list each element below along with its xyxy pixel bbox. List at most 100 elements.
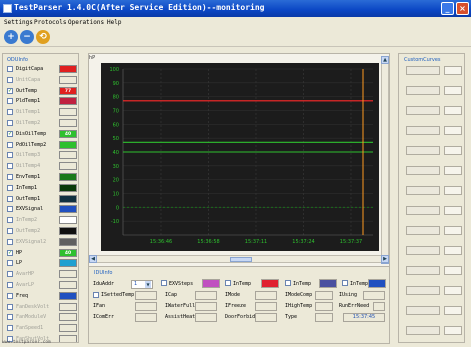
signal-checkbox[interactable] (7, 76, 13, 83)
signal-color-swatch[interactable] (59, 173, 77, 181)
signal-color-swatch[interactable] (59, 97, 77, 106)
signal-checkbox[interactable] (7, 292, 13, 299)
menu-protocols[interactable]: Protocols (34, 18, 67, 27)
signal-checkbox[interactable] (7, 228, 13, 234)
custom-curve-value[interactable] (444, 246, 462, 255)
signal-color-swatch[interactable] (59, 75, 77, 84)
custom-curve-name[interactable] (406, 186, 440, 195)
close-button[interactable]: × (456, 2, 469, 15)
signal-item[interactable]: UnitCapa (7, 75, 78, 85)
custom-curve-name[interactable] (406, 266, 440, 275)
signal-checkbox[interactable] (7, 271, 13, 278)
custom-curve-name[interactable] (406, 226, 440, 235)
custom-curve-value[interactable] (444, 86, 462, 95)
custom-curve-name[interactable] (406, 166, 440, 175)
custom-curve-name[interactable] (406, 106, 440, 115)
signal-color-swatch[interactable] (59, 216, 77, 225)
custom-curve-name[interactable] (406, 126, 440, 135)
signal-checkbox[interactable] (7, 282, 13, 288)
signal-checkbox[interactable] (7, 217, 13, 224)
signal-item[interactable]: EXVSignal2 (7, 237, 78, 247)
menu-settings[interactable]: Settings (4, 18, 33, 27)
custom-curve-value[interactable] (444, 286, 462, 295)
exv-steps-checkbox[interactable] (161, 280, 167, 286)
scroll-thumb[interactable] (230, 257, 252, 262)
signal-item[interactable]: OilTemp3 (7, 151, 78, 160)
custom-curve-value[interactable] (444, 186, 462, 195)
signal-item[interactable]: InTemp1 (7, 183, 78, 193)
signal-checkbox[interactable]: ✓ (7, 249, 13, 256)
zoom-out-icon[interactable]: − (20, 30, 34, 44)
signal-item[interactable]: AvarHP (7, 270, 78, 279)
signal-checkbox[interactable] (7, 303, 13, 310)
signal-color-swatch[interactable] (59, 65, 77, 73)
signal-item[interactable]: FanDeskVolt (7, 302, 78, 312)
signal-item[interactable]: PldTemp1 (7, 97, 78, 106)
signal-checkbox[interactable] (7, 260, 13, 267)
custom-curve-value[interactable] (444, 266, 462, 275)
signal-item[interactable]: ✓ OutTemp 77 (7, 86, 78, 96)
signal-item[interactable]: Freq (7, 291, 78, 301)
custom-curve-value[interactable] (444, 306, 462, 315)
signal-color-swatch[interactable]: 40 (59, 129, 77, 138)
signal-color-swatch[interactable] (59, 324, 77, 333)
menu-operations[interactable]: Operations (68, 18, 104, 27)
custom-curve-value[interactable] (444, 226, 462, 235)
signal-color-swatch[interactable] (59, 313, 77, 322)
signal-checkbox[interactable] (7, 141, 13, 148)
signal-checkbox[interactable] (7, 174, 13, 180)
signal-item[interactable]: EnvTemp1 (7, 173, 78, 182)
in-temp2-checkbox[interactable] (285, 280, 291, 286)
custom-curve-value[interactable] (444, 166, 462, 175)
signal-color-swatch[interactable] (59, 119, 77, 127)
signal-checkbox[interactable]: ✓ (7, 87, 13, 94)
signal-color-swatch[interactable]: 40 (59, 248, 77, 257)
signal-color-swatch[interactable] (59, 259, 77, 268)
signal-checkbox[interactable] (7, 98, 13, 105)
signal-color-swatch[interactable] (59, 205, 77, 214)
signal-color-swatch[interactable] (59, 140, 77, 149)
signal-color-swatch[interactable] (59, 162, 77, 171)
signal-item[interactable]: OilTemp4 (7, 162, 78, 171)
signal-checkbox[interactable] (7, 66, 13, 72)
signal-item[interactable]: InTemp2 (7, 216, 78, 225)
signal-color-swatch[interactable] (59, 302, 77, 311)
signal-color-swatch[interactable] (59, 183, 77, 192)
scroll-up-icon[interactable]: ▲ (381, 56, 389, 64)
signal-item[interactable]: OilTemp2 (7, 119, 78, 128)
in-temp3-checkbox[interactable] (342, 280, 348, 286)
signal-color-swatch[interactable] (59, 227, 77, 235)
signal-checkbox[interactable] (7, 206, 13, 213)
signal-item[interactable]: ✓ DisOilTemp 40 (7, 129, 78, 139)
signal-color-swatch[interactable] (59, 237, 77, 246)
idu-addr-select[interactable]: 1 ▼ (131, 280, 153, 289)
vertical-scrollbar[interactable]: ▲ ▼ (381, 56, 389, 264)
signal-checkbox[interactable] (7, 163, 13, 170)
signal-item[interactable]: ✓ HP 40 (7, 248, 78, 258)
signal-item[interactable]: OutTemp1 (7, 194, 78, 204)
custom-curve-value[interactable] (444, 146, 462, 155)
signal-item[interactable]: OutTemp2 (7, 227, 78, 236)
zoom-in-icon[interactable]: + (4, 30, 18, 44)
custom-curve-value[interactable] (444, 206, 462, 215)
signal-item[interactable]: DigitCapa (7, 65, 78, 74)
signal-item[interactable]: EXVSignal (7, 205, 78, 214)
menu-help[interactable]: Help (107, 18, 121, 27)
signal-checkbox[interactable] (7, 120, 13, 126)
custom-curve-name[interactable] (406, 66, 440, 75)
custom-curve-name[interactable] (406, 286, 440, 295)
custom-curve-value[interactable] (444, 326, 462, 335)
custom-curve-name[interactable] (406, 146, 440, 155)
signal-checkbox[interactable]: ✓ (7, 130, 13, 137)
chart-plot[interactable]: 100 90 80 70 60 50 40 30 20 10 0 -10 15:36:46 15:36:5… (101, 63, 379, 251)
in-temp-checkbox[interactable] (225, 280, 231, 286)
signal-color-swatch[interactable] (59, 151, 77, 160)
custom-curve-name[interactable] (406, 86, 440, 95)
signal-checkbox[interactable] (7, 184, 13, 191)
signal-color-swatch[interactable] (59, 291, 77, 300)
signal-checkbox[interactable] (7, 238, 13, 245)
custom-curve-name[interactable] (406, 206, 440, 215)
signal-checkbox[interactable] (7, 195, 13, 202)
horizontal-scrollbar[interactable]: ◀ ▶ (89, 255, 389, 263)
signal-color-swatch[interactable] (59, 194, 77, 203)
